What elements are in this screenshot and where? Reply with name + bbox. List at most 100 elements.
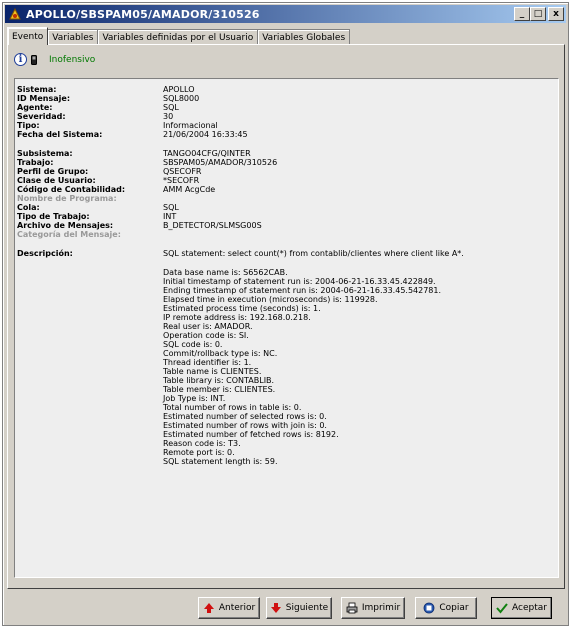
field-label: Severidad: xyxy=(17,112,66,121)
field-row-subsistema: Subsistema: TANGO04CFG/QINTER xyxy=(15,149,558,158)
app-icon xyxy=(9,7,21,20)
field-row-id-mensaje: ID Mensaje: SQL8000 xyxy=(15,94,558,103)
field-label: Sistema: xyxy=(17,85,57,94)
field-row-severidad: Severidad: 30 xyxy=(15,112,558,121)
field-label: ID Mensaje: xyxy=(17,94,71,103)
description-line: Reason code is: T3. xyxy=(163,439,241,448)
description-line: Estimated number of rows with join is: 0… xyxy=(163,421,327,430)
minimize-button[interactable]: _ xyxy=(514,7,530,21)
severity-status-text: Inofensivo xyxy=(49,54,96,65)
field-value: SQL xyxy=(163,103,179,112)
description-line: Job Type is: INT. xyxy=(163,394,226,403)
field-value: 21/06/2004 16:33:45 xyxy=(163,130,248,139)
description-line: Remote port is: 0. xyxy=(163,448,235,457)
tab-variables-globales[interactable]: Variables Globales xyxy=(257,29,351,45)
description-line: Commit/rollback type is: NC. xyxy=(163,349,278,358)
tab-variables[interactable]: Variables xyxy=(47,29,99,45)
anterior-label: Anterior xyxy=(218,603,256,613)
description-line: Table member is: CLIENTES. xyxy=(163,385,276,394)
tab-evento[interactable]: Evento xyxy=(7,27,49,45)
description-line: Data base name is: S6562CAB. xyxy=(163,268,288,277)
description-line: Total number of rows in table is: 0. xyxy=(163,403,302,412)
field-value: APOLLO xyxy=(163,85,195,94)
status-row: i Inofensivo xyxy=(14,53,95,66)
field-label: Código de Contabilidad: xyxy=(17,185,126,194)
copiar-button[interactable]: Copiar xyxy=(415,597,477,619)
field-label: Clase de Usuario: xyxy=(17,176,96,185)
description-line: Estimated number of fetched rows is: 819… xyxy=(163,430,339,439)
field-label: Subsistema: xyxy=(17,149,73,158)
phone-icon xyxy=(31,54,37,65)
field-label: Agente: xyxy=(17,103,53,112)
description-line: IP remote address is: 192.168.0.218. xyxy=(163,313,311,322)
field-value: SQL8000 xyxy=(163,94,200,103)
field-value: 30 xyxy=(163,112,174,121)
field-row-fecha: Fecha del Sistema: 21/06/2004 16:33:45 xyxy=(15,130,558,139)
copy-icon xyxy=(423,602,435,614)
field-row-programa: Nombre de Programa: xyxy=(15,194,558,203)
close-button[interactable]: x xyxy=(548,7,564,21)
field-label: Perfil de Grupo: xyxy=(17,167,89,176)
field-value: SQL xyxy=(163,203,179,212)
arrow-up-icon xyxy=(203,603,214,613)
printer-icon xyxy=(346,602,358,614)
description-line: SQL code is: 0. xyxy=(163,340,223,349)
description-line: Thread identifier is: 1. xyxy=(163,358,252,367)
info-icon: i xyxy=(14,53,27,66)
field-row-cola: Cola: SQL xyxy=(15,203,558,212)
description-line: Table name is CLIENTES. xyxy=(163,367,262,376)
description-line: Elapsed time in execution (microseconds)… xyxy=(163,295,378,304)
event-details-box: Sistema: APOLLO ID Mensaje: SQL8000 Agen… xyxy=(14,78,559,578)
field-row-tipo: Tipo: Informacional xyxy=(15,121,558,130)
field-value: QSECOFR xyxy=(163,167,202,176)
description-line: Ending timestamp of statement run is: 20… xyxy=(163,286,442,295)
anterior-button[interactable]: Anterior xyxy=(198,597,260,619)
siguiente-label: Siguiente xyxy=(285,603,329,613)
field-row-contabilidad: Código de Contabilidad: AMM AcgCde xyxy=(15,185,558,194)
field-value: Informacional xyxy=(163,121,218,130)
field-row-sistema: Sistema: APOLLO xyxy=(15,85,558,94)
field-row-categoria: Categoría del Mensaje: xyxy=(15,230,558,239)
field-label: Fecha del Sistema: xyxy=(17,130,103,139)
description-line: Estimated process time (seconds) is: 1. xyxy=(163,304,321,313)
description-line: Real user is: AMADOR. xyxy=(163,322,253,331)
field-row-descripcion: Descripción: SQL statement: select count… xyxy=(15,249,558,258)
field-value: SBSPAM05/AMADOR/310526 xyxy=(163,158,278,167)
imprimir-button[interactable]: Imprimir xyxy=(341,597,405,619)
field-value: INT xyxy=(163,212,177,221)
field-label: Tipo de Trabajo: xyxy=(17,212,90,221)
arrow-down-icon xyxy=(270,603,281,613)
field-value: AMM AcgCde xyxy=(163,185,216,194)
field-row-agente: Agente: SQL xyxy=(15,103,558,112)
field-value: TANGO04CFG/QINTER xyxy=(163,149,251,158)
maximize-button[interactable]: □ xyxy=(530,7,546,21)
field-value: B_DETECTOR/SLMSG00S xyxy=(163,221,262,230)
field-row-trabajo: Trabajo: SBSPAM05/AMADOR/310526 xyxy=(15,158,558,167)
field-row-clase: Clase de Usuario: *SECOFR xyxy=(15,176,558,185)
checkmark-icon xyxy=(496,603,508,614)
field-value: SQL statement: select count(*) from cont… xyxy=(163,249,464,258)
description-line: Initial timestamp of statement run is: 2… xyxy=(163,277,436,286)
siguiente-button[interactable]: Siguiente xyxy=(266,597,332,619)
description-line: Table library is: CONTABLIB. xyxy=(163,376,275,385)
field-label: Cola: xyxy=(17,203,40,212)
field-label: Trabajo: xyxy=(17,158,54,167)
aceptar-label: Aceptar xyxy=(512,603,547,613)
description-line: Estimated number of selected rows is: 0. xyxy=(163,412,327,421)
tab-bar: Evento Variables Variables definidas por… xyxy=(7,27,351,45)
field-value: *SECOFR xyxy=(163,176,200,185)
title-bar[interactable]: APOLLO/SBSPAM05/AMADOR/310526 _ □ x xyxy=(5,5,566,23)
field-row-archivo: Archivo de Mensajes: B_DETECTOR/SLMSG00S xyxy=(15,221,558,230)
tab-variables-usuario[interactable]: Variables definidas por el Usuario xyxy=(97,29,259,45)
copiar-label: Copiar xyxy=(439,603,469,613)
aceptar-button[interactable]: Aceptar xyxy=(491,597,552,619)
field-label: Archivo de Mensajes: xyxy=(17,221,114,230)
field-row-perfil: Perfil de Grupo: QSECOFR xyxy=(15,167,558,176)
description-line: SQL statement length is: 59. xyxy=(163,457,278,466)
imprimir-label: Imprimir xyxy=(361,603,401,613)
field-row-tipo-trabajo: Tipo de Trabajo: INT xyxy=(15,212,558,221)
window-title: APOLLO/SBSPAM05/AMADOR/310526 xyxy=(26,7,260,21)
description-line: Operation code is: SI. xyxy=(163,331,249,340)
field-label: Categoría del Mensaje: xyxy=(17,230,121,239)
field-label: Descripción: xyxy=(17,249,73,258)
